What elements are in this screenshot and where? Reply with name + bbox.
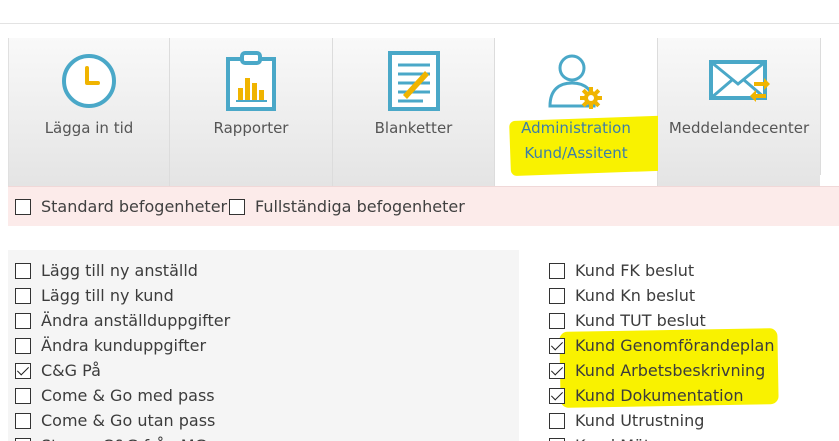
permission-item[interactable]: Ändra anställduppgifter	[15, 308, 230, 333]
permission-checkbox[interactable]	[15, 337, 31, 354]
module-tabs: Lägga in tid Rapporter Blanketter Admini…	[8, 38, 839, 188]
standard-permissions-checkbox[interactable]	[15, 198, 31, 215]
permission-label: Lägg till ny anställd	[41, 261, 198, 280]
permission-checkbox[interactable]	[15, 287, 31, 304]
permission-item[interactable]: Lägg till ny anställd	[15, 258, 230, 283]
standard-permissions-label: Standard befogenheter	[41, 197, 228, 216]
full-permissions-checkbox[interactable]	[229, 198, 245, 215]
permission-checkbox[interactable]	[15, 262, 31, 279]
permission-item[interactable]: Kund TUT beslut	[549, 308, 774, 333]
permission-item[interactable]: Kund Dokumentation	[549, 383, 774, 408]
permission-label: Ändra kunduppgifter	[41, 336, 207, 355]
permission-checkbox[interactable]	[15, 312, 31, 329]
permission-presets: Standard befogenheter Fullständiga befog…	[8, 186, 839, 226]
permission-label: Kund TUT beslut	[575, 311, 706, 330]
full-permissions-option[interactable]: Fullständiga befogenheter	[229, 197, 465, 216]
permission-label: Kund Genomförandeplan	[575, 336, 775, 355]
permission-checkbox[interactable]	[15, 437, 31, 441]
tab-label: Administration Kund/Assitent	[495, 116, 657, 166]
tab-label: Lägga in tid	[44, 119, 134, 137]
standard-permissions-option[interactable]: Standard befogenheter	[15, 197, 227, 216]
tab-label: Meddelandecenter	[668, 119, 810, 137]
permission-label: Come & Go med pass	[41, 386, 215, 405]
full-permissions-label: Fullständiga befogenheter	[255, 197, 465, 216]
tab-label-line2: Kund/Assitent	[524, 144, 628, 162]
tab-administration[interactable]: Administration Kund/Assitent	[495, 38, 686, 188]
form-pencil-icon	[387, 51, 440, 111]
permission-label: Kund Arbetsbeskrivning	[575, 361, 766, 380]
permission-item[interactable]: Kund Möten	[549, 433, 774, 441]
permission-checkbox[interactable]	[549, 412, 565, 429]
permission-checkbox[interactable]	[15, 387, 31, 404]
clipboard-chart-icon	[226, 51, 276, 111]
permission-item[interactable]: C&G På	[15, 358, 230, 383]
employee-permissions-list: Lägg till ny anställd Lägg till ny kund Än…	[15, 258, 230, 441]
clock-icon	[62, 54, 116, 108]
permission-label: Kund Kn beslut	[575, 286, 696, 305]
permission-item[interactable]: Lägg till ny kund	[15, 283, 230, 308]
permission-label: Kund Dokumentation	[575, 386, 744, 405]
permission-checkbox[interactable]	[549, 287, 565, 304]
tab-label: Blanketter	[374, 119, 453, 137]
permission-item[interactable]: Stoppa C&G från MG	[15, 433, 230, 441]
tab-label: Rapporter	[213, 119, 289, 137]
customer-permissions-panel: Kund FK beslut Kund Kn beslut Kund TUT bes…	[542, 250, 839, 441]
permission-checkbox[interactable]	[549, 312, 565, 329]
permission-label: C&G På	[41, 361, 101, 380]
user-gear-icon	[548, 54, 602, 109]
permission-label: Kund FK beslut	[575, 261, 695, 280]
tab-rapporter[interactable]: Rapporter	[170, 38, 333, 186]
permission-label: Lägg till ny kund	[41, 286, 174, 305]
top-bar	[0, 0, 839, 24]
customer-permissions-list: Kund FK beslut Kund Kn beslut Kund TUT bes…	[549, 258, 774, 441]
permission-item[interactable]: Ändra kunduppgifter	[15, 333, 230, 358]
permission-item[interactable]: Kund Genomförandeplan	[549, 333, 774, 358]
permission-checkbox[interactable]	[549, 437, 565, 441]
permission-label: Ändra anställduppgifter	[41, 311, 231, 330]
permission-checkbox[interactable]	[549, 362, 565, 379]
permission-checkbox[interactable]	[549, 262, 565, 279]
permission-label: Come & Go utan pass	[41, 411, 216, 430]
permission-item[interactable]: Kund Utrustning	[549, 408, 774, 433]
permission-item[interactable]: Kund FK beslut	[549, 258, 774, 283]
permission-label: Stoppa C&G från MG	[41, 436, 207, 441]
envelope-arrows-icon	[709, 60, 770, 102]
tab-blanketter[interactable]: Blanketter	[333, 38, 495, 186]
permission-checkbox[interactable]	[15, 412, 31, 429]
permission-item[interactable]: Come & Go utan pass	[15, 408, 230, 433]
permission-checkbox[interactable]	[549, 337, 565, 354]
permission-item[interactable]: Kund Kn beslut	[549, 283, 774, 308]
tab-lagga-in-tid[interactable]: Lägga in tid	[8, 38, 170, 186]
tab-label-line1: Administration	[521, 119, 631, 137]
permission-label: Kund Möten	[575, 436, 670, 441]
permission-checkbox[interactable]	[15, 362, 31, 379]
permission-item[interactable]: Kund Arbetsbeskrivning	[549, 358, 774, 383]
employee-permissions-panel: Lägg till ny anställd Lägg till ny kund Än…	[8, 250, 519, 441]
permission-label: Kund Utrustning	[575, 411, 705, 430]
tab-meddelandecenter[interactable]: Meddelandecenter	[658, 38, 820, 186]
permission-checkbox[interactable]	[549, 387, 565, 404]
permission-item[interactable]: Come & Go med pass	[15, 383, 230, 408]
tab-overflow-edge	[820, 38, 839, 175]
